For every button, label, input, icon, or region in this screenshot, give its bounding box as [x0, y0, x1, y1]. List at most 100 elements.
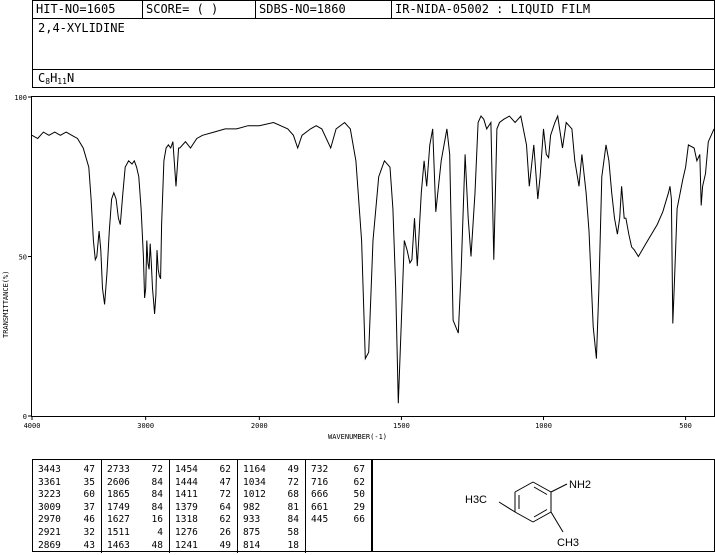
peak-wavenumber: 1411 — [175, 489, 198, 501]
peak-row: 1034 72 — [238, 476, 305, 489]
peak-transmittance: 32 — [83, 527, 95, 538]
peak-row: 1411 72 — [170, 488, 237, 501]
molecular-formula: C8H11N — [38, 71, 74, 86]
peak-row: 1276 26 — [170, 526, 237, 539]
peak-transmittance: 62 — [353, 476, 365, 488]
peak-wavenumber: 716 — [311, 476, 329, 488]
peak-wavenumber: 933 — [243, 514, 261, 526]
peak-row: 3009 37 — [33, 501, 101, 514]
peak-wavenumber: 2869 — [38, 539, 61, 551]
peak-wavenumber: 2606 — [107, 476, 130, 488]
peak-transmittance: 47 — [83, 464, 95, 475]
peak-column: 3443 47 3361 35 3223 60 3009 37 2970 46 2921 32 2869… — [33, 460, 101, 553]
x-tick-label-1500: 1500 — [393, 422, 410, 430]
peak-row: 2733 72 — [102, 463, 169, 476]
peak-transmittance: 43 — [83, 539, 95, 551]
peak-row: 1627 16 — [102, 513, 169, 526]
peak-transmittance: 60 — [83, 489, 95, 501]
peak-row: 1379 64 — [170, 501, 237, 514]
peak-wavenumber: 1318 — [175, 514, 198, 526]
x-tick-label-4000: 4000 — [24, 422, 41, 430]
peak-wavenumber: 2733 — [107, 464, 130, 475]
amine-label: NH2 — [569, 479, 591, 491]
peak-transmittance: 37 — [83, 501, 95, 513]
peak-wavenumber: 2970 — [38, 514, 61, 526]
peak-transmittance: 46 — [83, 514, 95, 526]
peak-transmittance: 84 — [151, 501, 163, 513]
peak-row: 875 58 — [238, 526, 305, 539]
peak-row: 1511 4 — [102, 526, 169, 539]
peak-wavenumber: 2921 — [38, 527, 61, 538]
peak-wavenumber: 3223 — [38, 489, 61, 501]
compound-name-box: 2,4-XYLIDINE — [32, 18, 715, 70]
peak-wavenumber: 1865 — [107, 489, 130, 501]
peak-wavenumber: 666 — [311, 489, 329, 501]
peak-transmittance: 67 — [353, 464, 365, 475]
y-axis-label: TRANSMITTANCE(%) — [2, 271, 10, 338]
peak-row: 732 67 — [306, 463, 371, 476]
peak-wavenumber: 1034 — [243, 476, 266, 488]
peak-transmittance: 84 — [151, 489, 163, 501]
structure-box: H3C NH2 CH3 — [372, 459, 715, 552]
spectrum-line — [31, 114, 715, 404]
peak-column: 732 67 716 62 666 50 661 29 445 66 — [305, 460, 371, 553]
peak-wavenumber: 1379 — [175, 501, 198, 513]
peak-wavenumber: 875 — [243, 527, 261, 538]
peak-row: 2869 43 — [33, 539, 101, 552]
peak-transmittance: 49 — [287, 464, 299, 475]
peak-transmittance: 18 — [287, 539, 299, 551]
peak-row: 814 18 — [238, 539, 305, 552]
peak-row: 1444 47 — [170, 476, 237, 489]
peak-row: 1012 68 — [238, 488, 305, 501]
peak-row: 1463 48 — [102, 539, 169, 552]
peak-wavenumber: 1241 — [175, 539, 198, 551]
peak-wavenumber: 1444 — [175, 476, 198, 488]
plot-frame — [31, 96, 715, 417]
peak-wavenumber: 732 — [311, 464, 329, 475]
x-tick-label-3000: 3000 — [137, 422, 154, 430]
peak-transmittance: 47 — [219, 476, 231, 488]
peak-wavenumber: 445 — [311, 514, 329, 526]
peak-row: 1241 49 — [170, 539, 237, 552]
y-axis-ticks: 0 50 100 — [14, 94, 32, 421]
peak-transmittance: 84 — [287, 514, 299, 526]
peak-transmittance: 16 — [151, 514, 163, 526]
peak-transmittance: 58 — [287, 527, 299, 538]
formula-box: C8H11N — [32, 69, 715, 88]
methyl-left-label: H3C — [465, 494, 487, 506]
peak-transmittance: 66 — [353, 514, 365, 526]
x-axis-label: WAVENUMBER(-1) — [328, 433, 387, 441]
peak-wavenumber: 1627 — [107, 514, 130, 526]
peak-transmittance: 26 — [219, 527, 231, 538]
peak-transmittance: 72 — [219, 489, 231, 501]
peak-row: 666 50 — [306, 488, 371, 501]
peak-row: 1865 84 — [102, 488, 169, 501]
peak-row: 3223 60 — [33, 488, 101, 501]
structure-drawing: H3C NH2 CH3 — [465, 479, 591, 549]
peak-column: 1164 49 1034 72 1012 68 982 81 933 84 875 58 814 18 — [237, 460, 305, 553]
peak-row: 716 62 — [306, 476, 371, 489]
peak-row: 2921 32 — [33, 526, 101, 539]
y-tick-label-0: 0 — [23, 413, 27, 421]
peak-column: 1454 62 1444 47 1411 72 1379 64 1318 62 1276 26 1241… — [169, 460, 237, 553]
peak-row: 982 81 — [238, 501, 305, 514]
measurement-method: IR-NIDA-05002 : LIQUID FILM — [391, 1, 714, 18]
peak-row: 3443 47 — [33, 463, 101, 476]
peak-wavenumber: 1749 — [107, 501, 130, 513]
peak-wavenumber: 3009 — [38, 501, 61, 513]
peak-transmittance: 72 — [151, 464, 163, 475]
hit-no: HIT-NO=1605 — [36, 2, 116, 16]
x-tick-label-500: 500 — [679, 422, 692, 430]
formula-h-count: 11 — [57, 77, 67, 86]
peak-wavenumber: 1164 — [243, 464, 266, 475]
peak-row: 1749 84 — [102, 501, 169, 514]
compound-name: 2,4-XYLIDINE — [38, 21, 125, 35]
peak-transmittance: 72 — [287, 476, 299, 488]
x-axis-ticks: 4000 3000 2000 1500 1000 500 — [24, 416, 692, 430]
peak-transmittance: 81 — [287, 501, 299, 513]
methyl-bottom-label: CH3 — [557, 537, 579, 549]
ir-spectrum-chart: 0 50 100 4000 3000 2000 1500 1000 500 TRANSMITT… — [2, 94, 715, 441]
peak-wavenumber: 3361 — [38, 476, 61, 488]
peak-row: 2606 84 — [102, 476, 169, 489]
y-tick-label-50: 50 — [19, 254, 27, 262]
